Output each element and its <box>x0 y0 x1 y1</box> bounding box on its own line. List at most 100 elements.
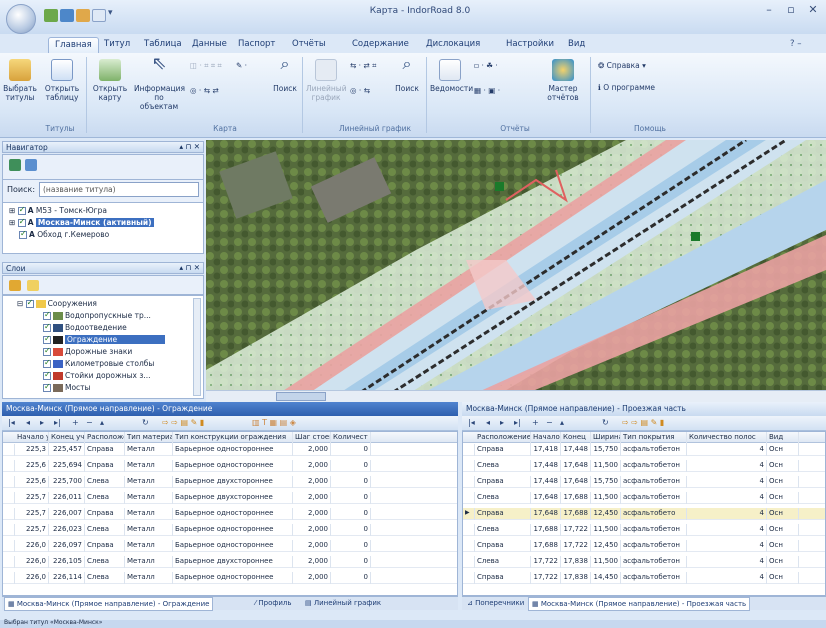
table-row[interactable]: Слева 17,722 17,838 11,500 асфальтобетон 4 Осн <box>463 556 825 568</box>
map-object-marker[interactable] <box>691 232 700 241</box>
table-cell[interactable]: 15,750 <box>591 444 621 456</box>
tab-home[interactable]: Главная <box>48 37 99 53</box>
move-up-icon[interactable]: ▴ <box>560 418 564 427</box>
table-cell[interactable]: Барьерное одностороннее <box>173 508 293 520</box>
table-cell[interactable]: Осн <box>767 572 799 584</box>
navigator-item-active[interactable]: ⊞ A Москва-Минск (активный) <box>3 217 203 229</box>
table-cell[interactable]: 226,0 <box>15 556 49 568</box>
map-horizontal-scrollbar[interactable] <box>206 390 826 402</box>
checkbox[interactable] <box>17 205 26 215</box>
table-cell[interactable]: 225,7 <box>15 508 49 520</box>
checkbox[interactable] <box>43 382 51 392</box>
column-header[interactable]: Ширина <box>591 432 621 444</box>
table-cell[interactable]: Барьерное двухстороннее <box>173 476 293 488</box>
table-cell[interactable]: 0 <box>331 444 371 456</box>
column-header[interactable]: Начало уч <box>15 432 49 444</box>
row-indicator[interactable] <box>3 508 15 520</box>
layer-item[interactable]: Мосты <box>43 382 90 394</box>
table-cell[interactable]: Барьерное одностороннее <box>173 524 293 536</box>
row-indicator[interactable] <box>463 556 475 568</box>
table-row[interactable]: 226,0 226,097 Справа Металл Барьерное одност… <box>3 540 457 552</box>
table-cell[interactable]: Справа <box>85 508 125 520</box>
layers-add-icon[interactable] <box>9 280 21 291</box>
column-header[interactable]: Тип материала <box>125 432 173 444</box>
qat-open-icon[interactable] <box>60 9 74 22</box>
table-cell[interactable]: 17,722 <box>531 572 561 584</box>
checkbox[interactable] <box>43 358 51 368</box>
table-cell[interactable]: 4 <box>687 476 767 488</box>
table-cell[interactable]: Металл <box>125 540 173 552</box>
table-cell[interactable]: 17,722 <box>561 524 591 536</box>
open-map-button[interactable]: Открыть карту <box>90 57 130 102</box>
table-row[interactable]: 225,3 225,457 Справа Металл Барьерное одност… <box>3 444 457 456</box>
minimize-button[interactable]: – <box>760 3 778 19</box>
linear-graph-button[interactable]: Линейный график <box>306 57 347 102</box>
map-tools-row3[interactable]: ✎ · <box>236 61 247 70</box>
table-cell[interactable]: Металл <box>125 508 173 520</box>
table-cell[interactable]: 17,448 <box>531 460 561 472</box>
table-cell[interactable]: 226,011 <box>49 492 85 504</box>
layers-folder-icon[interactable] <box>27 280 39 291</box>
move-up-icon[interactable]: ▴ <box>100 418 104 427</box>
table-cell[interactable]: Слева <box>475 556 531 568</box>
tab-dislocation[interactable]: Дислокация <box>420 37 486 53</box>
table-cell[interactable]: 226,0 <box>15 540 49 552</box>
table-cell[interactable]: 17,648 <box>561 460 591 472</box>
table-cell[interactable]: Осн <box>767 476 799 488</box>
table-row[interactable]: 225,6 225,694 Справа Металл Барьерное одност… <box>3 460 457 472</box>
table-cell[interactable]: Барьерное двухстороннее <box>173 492 293 504</box>
table-cell[interactable]: 4 <box>687 492 767 504</box>
table-cell[interactable]: Справа <box>85 460 125 472</box>
tab-profile[interactable]: ⁄ Профиль <box>252 597 295 611</box>
table-cell[interactable]: Барьерное одностороннее <box>173 540 293 552</box>
row-indicator[interactable] <box>463 524 475 536</box>
table-cell[interactable]: 0 <box>331 460 371 472</box>
row-indicator[interactable] <box>3 476 15 488</box>
column-header[interactable]: Конец <box>561 432 591 444</box>
column-header[interactable]: Шаг стоек <box>293 432 331 444</box>
table-cell[interactable]: 4 <box>687 508 767 520</box>
tab-data[interactable]: Данные <box>186 37 233 53</box>
qat-dropdown-icon[interactable]: ▾ <box>108 8 116 21</box>
checkbox[interactable] <box>19 229 27 239</box>
linear-search-button[interactable]: ⌕ Поиск <box>392 56 422 94</box>
table-cell[interactable]: Справа <box>475 476 531 488</box>
row-indicator[interactable] <box>463 460 475 472</box>
checkbox[interactable] <box>43 322 51 332</box>
table-cell[interactable]: 0 <box>331 508 371 520</box>
table-cell[interactable]: 4 <box>687 460 767 472</box>
table-cell[interactable]: 17,648 <box>561 476 591 488</box>
table-cell[interactable]: Барьерное одностороннее <box>173 444 293 456</box>
table-row[interactable]: Справа 17,418 17,448 15,750 асфальтобетон 4 Ос… <box>463 444 825 456</box>
table-cell[interactable]: Металл <box>125 444 173 456</box>
nav-prev-icon[interactable]: ◂ <box>26 418 30 427</box>
help-button[interactable]: ❂ Справка ▾ <box>598 61 646 70</box>
table-cell[interactable]: Осн <box>767 524 799 536</box>
table-cell[interactable]: Слева <box>475 492 531 504</box>
layer-item[interactable]: Водоотведение <box>43 322 127 334</box>
panel-pin-close-icons[interactable]: ▴ ⊓ ✕ <box>179 263 200 272</box>
table-cell[interactable]: Осн <box>767 540 799 552</box>
select-titles-button[interactable]: Выбрать титулы <box>2 57 38 102</box>
table-cell[interactable]: Слева <box>475 460 531 472</box>
table-cell[interactable]: Металл <box>125 572 173 584</box>
statements-button[interactable]: Ведомости <box>430 57 473 93</box>
table-row[interactable]: Слева 17,648 17,688 11,500 асфальтобетон 4 Осн <box>463 492 825 504</box>
linear-tools-row1[interactable]: ⇆ · ⇄ ⌗ <box>350 61 376 71</box>
column-header[interactable]: Тип конструкции ограждения <box>173 432 293 444</box>
layer-item-selected[interactable]: Ограждение <box>43 334 193 346</box>
maximize-button[interactable]: ▫ <box>782 3 800 19</box>
table-cell[interactable]: 0 <box>331 492 371 504</box>
table-cell[interactable]: 2,000 <box>293 556 331 568</box>
object-info-button[interactable]: ⇖ Информация по объектам <box>134 55 185 112</box>
tab-settings[interactable]: Настройки <box>500 37 560 53</box>
table-cell[interactable]: Металл <box>125 556 173 568</box>
table-cell[interactable]: 225,7 <box>15 524 49 536</box>
navigator-item[interactable]: ⊞ A М53 - Томск-Югра <box>3 205 107 217</box>
row-indicator[interactable] <box>463 476 475 488</box>
map-view[interactable] <box>206 140 826 402</box>
layer-item[interactable]: Километровые столбы <box>43 358 154 370</box>
table-cell[interactable]: асфальтобетон <box>621 444 687 456</box>
table-row[interactable]: Справа 17,722 17,838 14,450 асфальтобетон 4 Ос… <box>463 572 825 584</box>
table-cell[interactable]: 4 <box>687 540 767 552</box>
